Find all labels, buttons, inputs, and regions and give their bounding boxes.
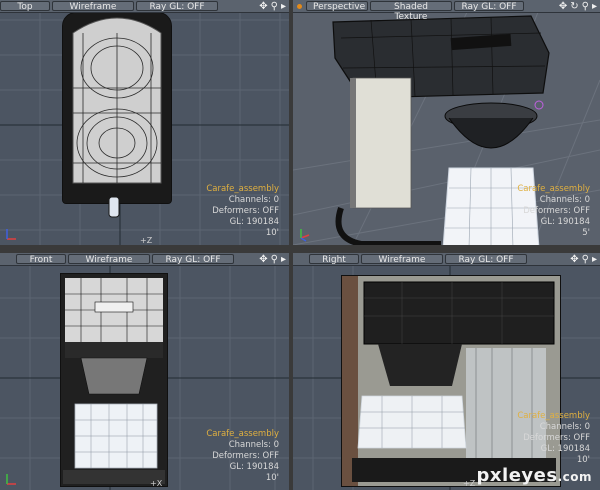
zoom-readout: 10': [265, 228, 279, 238]
gl-readout: GL: 190184: [229, 462, 279, 472]
shading-mode-tab[interactable]: Wireframe: [361, 254, 443, 265]
zoom-readout: 10': [265, 473, 279, 483]
axis-gizmo-icon: [4, 226, 20, 242]
viewport-header: Right Wireframe Ray GL: OFF ✥ ⚲ ▸: [293, 253, 600, 266]
view-mode-tab[interactable]: Right: [309, 254, 359, 265]
viewport-perspective[interactable]: Perspective Shaded Texture Ray GL: OFF ✥…: [293, 0, 600, 245]
magnifier-icon[interactable]: ⚲: [271, 1, 278, 12]
axis-label: +Z: [140, 236, 153, 245]
top-wireframe-model[interactable]: [62, 12, 172, 204]
arrow-right-icon[interactable]: ▸: [281, 1, 286, 12]
rotate-icon[interactable]: ↻: [570, 1, 578, 12]
deformers-readout: Deformers: OFF: [212, 206, 279, 216]
watermark-logo: pxleyes.com: [477, 465, 592, 486]
object-name: Carafe_assembly: [206, 429, 279, 439]
viewport-hud: Carafe_assembly Channels: 0 Deformers: O…: [206, 184, 279, 239]
channels-readout: Channels: 0: [539, 422, 590, 432]
active-viewport-indicator-icon: [297, 3, 302, 9]
move-icon[interactable]: ✥: [559, 1, 567, 12]
watermark-brand: pxleyes: [476, 465, 558, 486]
view-mode-tab[interactable]: Top: [0, 1, 50, 12]
raygl-toggle[interactable]: Ray GL: OFF: [152, 254, 234, 265]
magnifier-icon[interactable]: ⚲: [582, 1, 589, 12]
viewport-hud: Carafe_assembly Channels: 0 Deformers: O…: [517, 411, 590, 466]
magnifier-icon[interactable]: ⚲: [271, 254, 278, 265]
viewport-tools: ✥ ⚲ ▸: [259, 1, 289, 12]
object-name: Carafe_assembly: [206, 184, 279, 194]
move-icon[interactable]: ✥: [570, 254, 578, 265]
viewport-tools: ✥ ⚲ ▸: [259, 254, 289, 265]
raygl-toggle[interactable]: Ray GL: OFF: [445, 254, 527, 265]
viewport-header: Top Wireframe Ray GL: OFF ✥ ⚲ ▸: [0, 0, 289, 13]
raygl-toggle[interactable]: Ray GL: OFF: [454, 1, 524, 12]
viewport-header: Perspective Shaded Texture Ray GL: OFF ✥…: [293, 0, 600, 22]
watermark-tld: .com: [557, 470, 592, 484]
view-mode-tab[interactable]: Perspective: [306, 1, 368, 12]
move-icon[interactable]: ✥: [259, 1, 267, 12]
channels-readout: Channels: 0: [539, 195, 590, 205]
deformers-readout: Deformers: OFF: [523, 206, 590, 216]
axis-gizmo-icon: [4, 471, 20, 487]
front-wireframe-model[interactable]: [60, 273, 168, 487]
move-icon[interactable]: ✥: [259, 254, 267, 265]
deformers-readout: Deformers: OFF: [523, 433, 590, 443]
shading-mode-tab[interactable]: Wireframe: [68, 254, 150, 265]
axis-label: +X: [150, 479, 163, 488]
viewport-tools: ✥ ⚲ ▸: [570, 254, 600, 265]
arrow-right-icon[interactable]: ▸: [281, 254, 286, 265]
arrow-right-icon[interactable]: ▸: [592, 254, 597, 265]
zoom-readout: 5': [582, 228, 590, 238]
gl-readout: GL: 190184: [540, 217, 590, 227]
channels-readout: Channels: 0: [228, 440, 279, 450]
gl-readout: GL: 190184: [229, 217, 279, 227]
top-carafe-handle: [108, 196, 120, 218]
viewport-header: Front Wireframe Ray GL: OFF ✥ ⚲ ▸: [0, 253, 289, 266]
channels-readout: Channels: 0: [228, 195, 279, 205]
viewport-right[interactable]: Right Wireframe Ray GL: OFF ✥ ⚲ ▸ +Z Car…: [293, 253, 600, 490]
shading-mode-tab[interactable]: Shaded Texture: [370, 1, 452, 22]
magnifier-icon[interactable]: ⚲: [582, 254, 589, 265]
axis-gizmo-icon: [297, 226, 313, 242]
axis-label: +Z: [463, 479, 476, 488]
viewport-tools: ✥ ↻ ⚲ ▸: [559, 1, 600, 12]
viewport-hud: Carafe_assembly Channels: 0 Deformers: O…: [206, 429, 279, 484]
gl-readout: GL: 190184: [540, 444, 590, 454]
deformers-readout: Deformers: OFF: [212, 451, 279, 461]
object-name: Carafe_assembly: [517, 411, 590, 421]
arrow-right-icon[interactable]: ▸: [592, 1, 597, 12]
view-mode-tab[interactable]: Front: [16, 254, 66, 265]
object-name: Carafe_assembly: [517, 184, 590, 194]
viewport-top[interactable]: Top Wireframe Ray GL: OFF ✥ ⚲ ▸ +Z Caraf…: [0, 0, 289, 245]
viewport-front[interactable]: Front Wireframe Ray GL: OFF ✥ ⚲ ▸ +X Car…: [0, 253, 289, 490]
viewport-grid: Top Wireframe Ray GL: OFF ✥ ⚲ ▸ +Z Caraf…: [0, 0, 600, 490]
shading-mode-tab[interactable]: Wireframe: [52, 1, 134, 12]
viewport-hud: Carafe_assembly Channels: 0 Deformers: O…: [517, 184, 590, 239]
raygl-toggle[interactable]: Ray GL: OFF: [136, 1, 218, 12]
